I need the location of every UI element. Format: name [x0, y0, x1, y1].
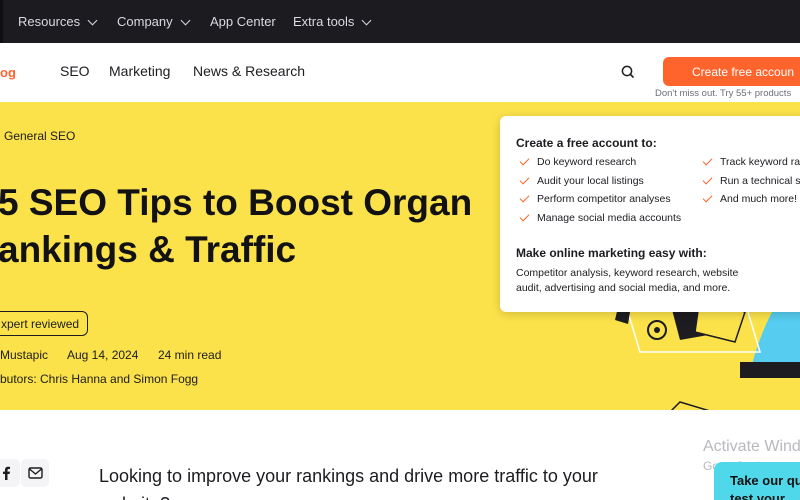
article-lead: Looking to improve your rankings and dri… [99, 466, 598, 500]
chevron-down-icon [180, 15, 191, 25]
topnav-company-label: Company [117, 14, 173, 29]
popup-feature-label: Do keyword research [537, 156, 637, 168]
breadcrumb[interactable]: General SEO [4, 129, 75, 143]
popup-feature: And much more! [702, 192, 798, 205]
popup-description: Competitor analysis, keyword research, w… [516, 267, 739, 294]
popup-feature-label: Run a technical s [720, 175, 800, 187]
quiz-widget-line-1: Take our qui [730, 473, 800, 488]
create-free-account-button[interactable]: Create free accoun [663, 57, 800, 86]
check-icon [702, 174, 713, 185]
check-icon [702, 192, 713, 203]
check-icon [702, 155, 713, 166]
cta-note: Don't miss out. Try 55+ products [655, 88, 792, 99]
email-icon[interactable] [21, 459, 49, 487]
topnav-app-center[interactable]: App Center [210, 0, 276, 43]
expert-reviewed-label: xpert reviewed [1, 316, 80, 331]
author-name[interactable]: Mustapic [0, 348, 48, 362]
popup-feature: Manage social media accounts [519, 211, 682, 224]
topnav-resources[interactable]: Resources [18, 0, 98, 43]
search-icon[interactable] [619, 63, 637, 81]
activate-windows-title: Activate Windo [703, 438, 800, 455]
chevron-down-icon [87, 15, 98, 25]
chevron-down-icon [361, 15, 372, 25]
read-time: 24 min read [158, 348, 222, 362]
logo[interactable]: og [0, 65, 16, 80]
facebook-icon[interactable] [0, 459, 20, 487]
popup-feature-label: Manage social media accounts [537, 212, 682, 224]
top-bar: Resources Company App Center Extra tools [0, 0, 800, 43]
nav-seo[interactable]: SEO [60, 63, 90, 79]
quiz-widget[interactable]: Take our qui test your [714, 462, 800, 500]
popup-feature-label: Track keyword ra [720, 156, 800, 168]
check-icon [519, 211, 530, 222]
check-icon [519, 174, 530, 185]
topnav-resources-label: Resources [18, 14, 81, 29]
popup-heading: Create a free account to: [516, 136, 657, 150]
page-title-line-1: 5 SEO Tips to Boost Organ [0, 182, 473, 223]
publish-date: Aug 14, 2024 [67, 348, 139, 362]
create-free-account-label: Create free accoun [692, 64, 795, 79]
popup-subheading: Make online marketing easy with: [516, 246, 707, 260]
popup-feature: Do keyword research [519, 155, 637, 168]
page-title-line-2: ankings & Traffic [0, 229, 297, 270]
popup-feature: Run a technical s [702, 174, 800, 187]
quiz-widget-line-2: test your [730, 491, 785, 500]
expert-reviewed-badge: xpert reviewed [0, 311, 89, 336]
topnav-company[interactable]: Company [117, 0, 191, 43]
popup-feature-label: Perform competitor analyses [537, 193, 671, 205]
main-header: og SEO Marketing News & Research Create … [0, 43, 800, 102]
nav-news-research[interactable]: News & Research [193, 63, 305, 79]
popup-feature-label: Audit your local listings [537, 175, 644, 187]
topnav-app-center-label: App Center [210, 14, 276, 29]
contributors: butors: Chris Hanna and Simon Fogg [0, 372, 199, 386]
check-icon [519, 155, 530, 166]
check-icon [519, 192, 530, 203]
popup-feature: Audit your local listings [519, 174, 644, 187]
topnav-extra-tools[interactable]: Extra tools [293, 0, 372, 43]
popup-feature: Perform competitor analyses [519, 192, 671, 205]
signup-popup: Create a free account to: Do keyword res… [500, 116, 800, 312]
nav-marketing[interactable]: Marketing [109, 63, 170, 79]
popup-feature: Track keyword ra [702, 155, 800, 168]
popup-feature-label: And much more! [720, 193, 798, 205]
topnav-extra-tools-label: Extra tools [293, 14, 355, 29]
top-bar-edge [0, 0, 3, 43]
page-title: 5 SEO Tips to Boost Organ ankings & Traf… [0, 179, 498, 273]
